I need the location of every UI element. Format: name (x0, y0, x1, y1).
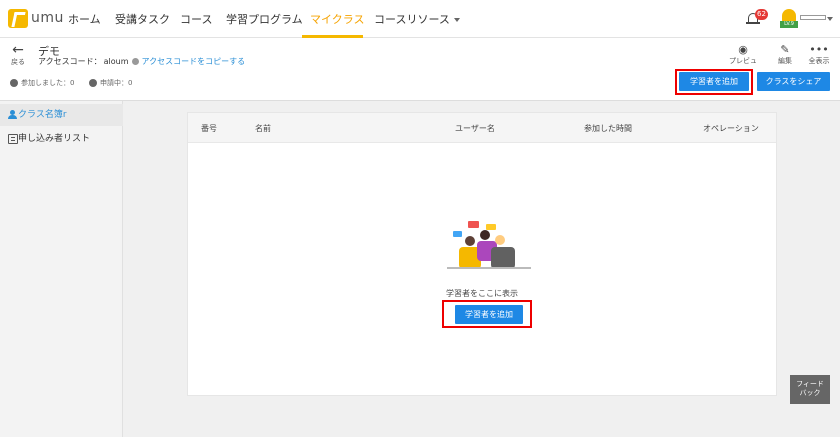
info-icon[interactable] (131, 58, 139, 65)
person-icon (8, 110, 18, 120)
edit-label: 編集 (778, 57, 792, 65)
sidebar-item-applicants[interactable]: 申し込み者リスト (0, 128, 123, 150)
check-circle-icon (10, 79, 18, 87)
show-all-label: 全表示 (808, 57, 830, 65)
sidebar-item-label: クラス名簿r (18, 110, 67, 120)
sidebar-item-label: 申し込み者リスト (18, 134, 91, 144)
clock-icon (89, 79, 97, 87)
column-header-operation: オペレーション (703, 124, 759, 133)
pending-count: 申請中：0 (100, 79, 133, 87)
access-code-label: アクセスコード： (38, 57, 102, 66)
eye-icon: ◉ (738, 43, 748, 56)
feedback-button[interactable]: フィード バック (790, 375, 830, 404)
notification-badge: 62 (755, 9, 768, 20)
username-field[interactable] (800, 15, 826, 20)
sidebar: クラス名簿r 申し込み者リスト (0, 101, 123, 437)
show-all-button[interactable]: ••• 全表示 (807, 44, 831, 66)
joined-stat: 参加しました：0 (10, 78, 74, 88)
nav-programs[interactable]: 学習プログラム (226, 11, 303, 27)
access-code-value: aloum (103, 57, 129, 66)
nav-courses[interactable]: コース (180, 11, 212, 27)
highlight-box (675, 69, 753, 95)
nav-tasks[interactable]: 受講タスク (115, 11, 170, 27)
avatar[interactable]: LV.9 (780, 9, 798, 29)
share-class-button[interactable]: クラスをシェア (757, 72, 830, 91)
top-nav: umu ホーム 受講タスク コース 学習プログラム マイクラス コースリソース … (0, 0, 840, 38)
more-icon: ••• (809, 43, 829, 56)
access-code-row: アクセスコード： aloum アクセスコードをコピーする (38, 56, 245, 67)
table-header: 番号 名前 ユーザー名 参加した時間 オペレーション (188, 113, 776, 143)
column-header-number: 番号 (201, 124, 217, 133)
empty-state-message: 学習者をここに表示 (446, 289, 518, 298)
list-icon (8, 134, 18, 144)
column-header-name: 名前 (255, 124, 271, 133)
copy-access-code-link[interactable]: アクセスコードをコピーする (142, 57, 246, 66)
nav-my-class[interactable]: マイクラス (310, 11, 365, 27)
joined-count: 参加しました：0 (21, 79, 75, 87)
nav-course-resources[interactable]: コースリソース (374, 11, 460, 27)
edit-icon: ✎ (780, 43, 790, 56)
class-header: ← 戻る デモ アクセスコード： aloum アクセスコードをコピーする 参加しまし… (0, 38, 840, 101)
edit-button[interactable]: ✎ 編集 (776, 44, 794, 66)
level-badge: LV.9 (780, 21, 798, 28)
nav-home[interactable]: ホーム (68, 11, 101, 27)
chevron-down-icon (453, 18, 460, 22)
empty-state-illustration (447, 221, 531, 269)
learner-table: 番号 名前 ユーザー名 参加した時間 オペレーション 学習者をここに表示 学習者… (187, 112, 777, 396)
feedback-line-2: バック (799, 389, 821, 397)
back-label: 戻る (11, 58, 25, 66)
umu-logo[interactable]: umu (8, 7, 63, 29)
highlight-box (442, 300, 532, 328)
column-header-joined-time: 参加した時間 (584, 124, 632, 133)
arrow-left-icon: ← (12, 42, 24, 58)
sidebar-item-class-roster[interactable]: クラス名簿r (0, 104, 123, 126)
back-button[interactable]: ← 戻る (10, 42, 26, 67)
pending-stat: 申請中：0 (89, 78, 132, 88)
nav-course-resources-label: コースリソース (374, 13, 450, 26)
logo-text: umu (31, 10, 64, 26)
logo-mark-icon (8, 9, 28, 28)
feedback-line-1: フィード (796, 380, 824, 388)
column-header-username: ユーザー名 (455, 124, 495, 133)
user-menu-chevron-icon[interactable] (827, 17, 833, 21)
